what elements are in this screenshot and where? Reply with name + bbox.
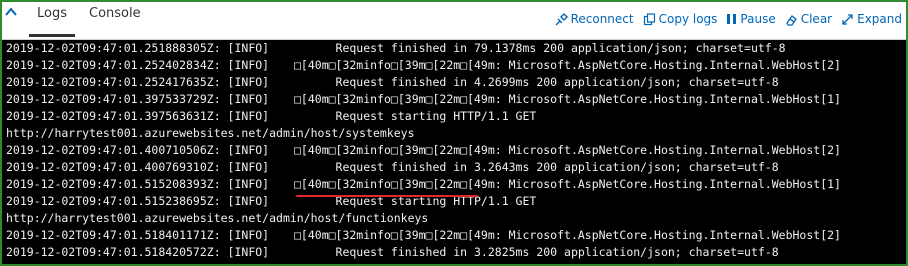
log-message: □[40m□[32minfo□[39m□[22m□[49m: Microsoft… [294,228,841,242]
log-message: Request finished in 4.2699ms 200 applica… [294,75,779,89]
log-message: □[40m□[32minfo□[39m□[22m□[49m: Microsoft… [294,58,841,72]
pause-button[interactable]: Pause [726,12,776,26]
log-timestamp: 2019-12-02T09:47:01.518401171Z: [INFO] [6,228,270,242]
log-message: □[40m□[32minfo□[39m□[22m□[49m: Microsoft… [294,92,841,106]
reconnect-icon [555,12,568,25]
log-timestamp: 2019-12-02T09:47:01.400710506Z: [INFO] [6,143,270,157]
action-bar: Reconnect Copy logs Pause Clear Expand [546,12,902,26]
log-timestamp: 2019-12-02T09:47:01.397563631Z: [INFO] [6,109,270,123]
log-line: 2019-12-02T09:47:01.397563631Z: [INFO] R… [2,108,906,125]
log-message: Request finished in 3.2643ms 200 applica… [294,160,779,174]
copy-logs-button[interactable]: Copy logs [643,12,718,26]
reconnect-label: Reconnect [570,12,634,26]
log-line: 2019-12-02T09:47:01.515208393Z: [INFO] □[… [2,176,906,193]
clear-label: Clear [800,12,833,26]
expand-label: Expand [857,12,902,26]
red-underline-annotation [296,195,478,197]
log-message: Request starting HTTP/1.1 GET [294,109,537,123]
log-timestamp: 2019-12-02T09:47:01.400769310Z: [INFO] [6,160,270,174]
pause-label: Pause [740,12,776,26]
log-timestamp: 2019-12-02T09:47:01.515208393Z: [INFO] [6,177,270,191]
log-line: 2019-12-02T09:47:01.400710506Z: [INFO] □[… [2,142,906,159]
expand-icon [842,13,853,25]
log-timestamp: 2019-12-02T09:47:01.518420572Z: [INFO] [6,245,270,259]
log-message: Request finished in 3.2825ms 200 applica… [294,245,779,259]
log-line: 2019-12-02T09:47:01.252417635Z: [INFO] R… [2,74,906,91]
chevron-collapse-icon[interactable] [4,4,18,18]
log-line: 2019-12-02T09:47:01.397533729Z: [INFO] □[… [2,91,906,108]
reconnect-button[interactable]: Reconnect [555,12,634,26]
log-line: 2019-12-02T09:47:01.252402834Z: [INFO] □[… [2,57,906,74]
pause-icon [727,14,737,24]
log-timestamp: 2019-12-02T09:47:01.397533729Z: [INFO] [6,92,270,106]
log-timestamp: 2019-12-02T09:47:01.251888305Z: [INFO] [6,41,270,55]
log-timestamp: 2019-12-02T09:47:01.515238695Z: [INFO] [6,194,270,208]
toolbar: Logs Console Reconnect Copy logs Pause C… [2,2,906,40]
log-line-url: http://harrytest001.azurewebsites.net/ad… [6,126,415,140]
clear-button[interactable]: Clear [785,12,832,26]
log-stream-panel: Logs Console Reconnect Copy logs Pause C… [0,0,908,266]
log-message: □[40m□[32minfo□[39m□[22m□[49m: Microsoft… [294,143,841,157]
tab-logs[interactable]: Logs [29,2,75,37]
tab-bar: Logs Console [29,2,155,38]
log-line-url: http://harrytest001.azurewebsites.net/ad… [6,211,429,225]
log-line: 2019-12-02T09:47:01.518420572Z: [INFO] R… [2,244,906,261]
log-timestamp: 2019-12-02T09:47:01.252417635Z: [INFO] [6,75,270,89]
log-message: □[40m□[32minfo□[39m□[22m□[49m: Microsoft… [294,177,841,191]
expand-button[interactable]: Expand [841,12,902,26]
log-line: 2019-12-02T09:47:01.518401171Z: [INFO] □[… [2,227,906,244]
log-line: 2019-12-02T09:47:01.251888305Z: [INFO] R… [2,40,906,57]
log-line: 2019-12-02T09:47:01.400769310Z: [INFO] R… [2,159,906,176]
log-console[interactable]: 2019-12-02T09:47:01.251888305Z: [INFO] R… [2,40,906,264]
copy-icon [643,12,655,25]
copy-logs-label: Copy logs [658,12,718,26]
log-message: Request finished in 79.1378ms 200 applic… [294,41,786,55]
tab-console[interactable]: Console [81,2,149,34]
clear-icon [785,14,797,26]
log-timestamp: 2019-12-02T09:47:01.252402834Z: [INFO] [6,58,270,72]
